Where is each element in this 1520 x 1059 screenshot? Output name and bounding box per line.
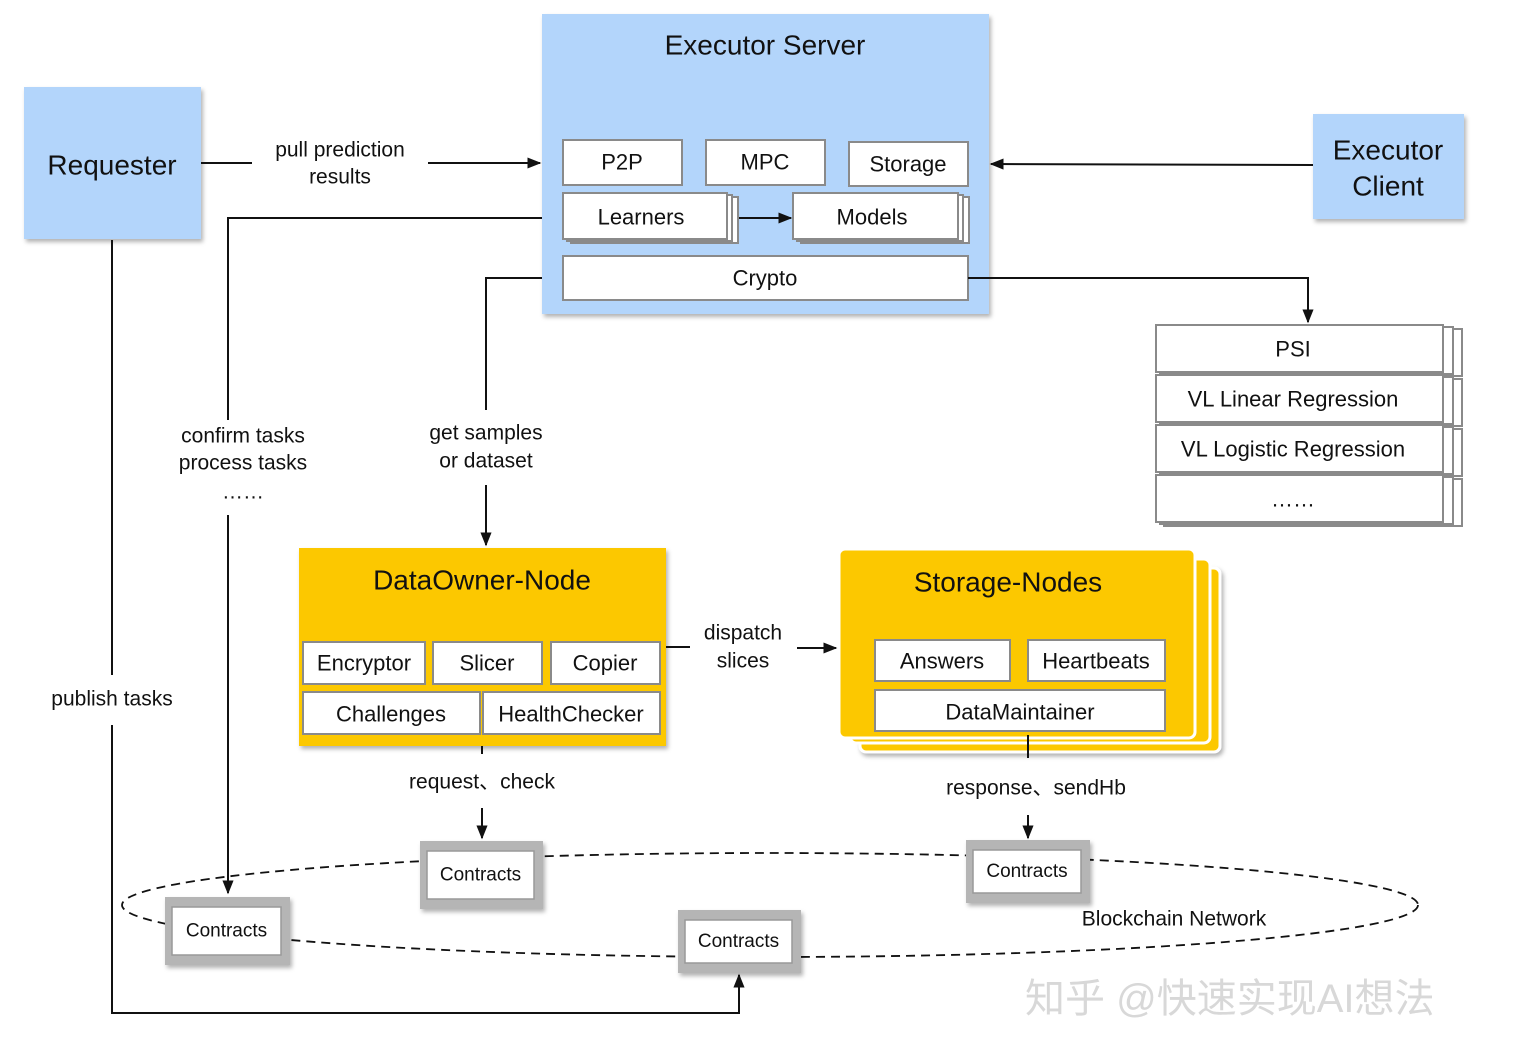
requester-label: Requester xyxy=(47,150,176,181)
module-mpc: MPC xyxy=(705,139,826,186)
svg-text:……: …… xyxy=(222,481,264,504)
edge-pull-results: pull prediction results xyxy=(201,139,542,189)
svg-text:or dataset: or dataset xyxy=(439,450,533,473)
svg-text:Contracts: Contracts xyxy=(440,865,521,886)
module-copier: Copier xyxy=(550,641,661,685)
svg-text:Heartbeats: Heartbeats xyxy=(1042,649,1150,674)
architecture-diagram: Blockchain Network Requester Executor Se… xyxy=(24,14,1464,1021)
svg-text:publish tasks: publish tasks xyxy=(51,688,172,711)
contracts-group: Contracts Contracts Contracts Contracts xyxy=(165,840,1090,973)
svg-text:VL Logistic Regression: VL Logistic Regression xyxy=(1181,437,1405,462)
module-encryptor: Encryptor xyxy=(302,641,426,685)
watermark: 知乎 @快速实现AI想法 xyxy=(1025,977,1435,1021)
storage-nodes-title: Storage-Nodes xyxy=(914,567,1102,598)
module-models: Models xyxy=(792,192,970,244)
dataowner-node-title: DataOwner-Node xyxy=(373,565,591,596)
svg-text:confirm tasks: confirm tasks xyxy=(181,425,305,448)
svg-text:results: results xyxy=(309,166,371,189)
requester-node[interactable]: Requester xyxy=(24,87,201,239)
svg-text:request、check: request、check xyxy=(409,771,555,794)
svg-text:P2P: P2P xyxy=(601,150,643,175)
svg-text:MPC: MPC xyxy=(741,150,790,175)
svg-text:Models: Models xyxy=(837,205,908,230)
svg-text:HealthChecker: HealthChecker xyxy=(498,702,644,727)
algorithm-item: …… xyxy=(1155,474,1463,527)
module-crypto: Crypto xyxy=(562,255,969,301)
svg-text:process tasks: process tasks xyxy=(179,452,307,475)
module-p2p: P2P xyxy=(562,139,683,186)
svg-text:Contracts: Contracts xyxy=(986,861,1067,882)
edge-client-to-server xyxy=(989,158,1314,170)
svg-text:Contracts: Contracts xyxy=(186,921,267,942)
module-heartbeats: Heartbeats xyxy=(1027,639,1166,682)
svg-text:Contracts: Contracts xyxy=(698,931,779,952)
contracts-node[interactable]: Contracts xyxy=(678,910,801,973)
blockchain-network-label: Blockchain Network xyxy=(1082,908,1267,931)
svg-text:VL Linear Regression: VL Linear Regression xyxy=(1188,387,1399,412)
module-healthchecker: HealthChecker xyxy=(482,691,661,735)
module-datamaintainer: DataMaintainer xyxy=(874,689,1166,732)
svg-text:Copier: Copier xyxy=(573,651,638,676)
svg-text:DataMaintainer: DataMaintainer xyxy=(945,700,1094,725)
svg-text:Learners: Learners xyxy=(598,205,685,230)
svg-text:Storage: Storage xyxy=(869,152,946,177)
dataowner-node[interactable]: DataOwner-Node Encryptor Slicer Copier C… xyxy=(299,548,666,746)
contracts-node[interactable]: Contracts xyxy=(966,840,1090,903)
module-learners: Learners xyxy=(562,192,739,244)
executor-client-label-2: Client xyxy=(1352,171,1424,202)
svg-text:Crypto: Crypto xyxy=(733,266,798,291)
contracts-node[interactable]: Contracts xyxy=(165,897,290,965)
svg-text:……: …… xyxy=(1271,487,1315,512)
svg-text:Challenges: Challenges xyxy=(336,702,446,727)
algorithm-item: VL Linear Regression xyxy=(1155,374,1463,427)
module-storage: Storage xyxy=(848,141,969,187)
edge-get-samples: get samples or dataset xyxy=(429,277,543,547)
svg-text:Encryptor: Encryptor xyxy=(317,651,411,676)
executor-server-title: Executor Server xyxy=(665,30,866,61)
edge-crypto-to-algorithms xyxy=(968,277,1314,324)
contracts-node[interactable]: Contracts xyxy=(420,841,543,909)
executor-client-label-1: Executor xyxy=(1333,135,1444,166)
algorithm-item: VL Logistic Regression xyxy=(1155,424,1463,477)
storage-nodes[interactable]: Storage-Nodes Answers Heartbeats DataMai… xyxy=(837,547,1222,754)
svg-text:slices: slices xyxy=(717,650,770,673)
executor-client-node[interactable]: Executor Client xyxy=(1313,114,1464,219)
edge-request-check: request、check xyxy=(409,746,555,840)
svg-text:pull prediction: pull prediction xyxy=(275,139,405,162)
svg-text:response、sendHb: response、sendHb xyxy=(946,777,1126,800)
algorithm-item: PSI xyxy=(1155,324,1463,377)
module-answers: Answers xyxy=(874,639,1011,682)
module-challenges: Challenges xyxy=(302,691,481,735)
svg-text:dispatch: dispatch xyxy=(704,622,782,645)
svg-text:Slicer: Slicer xyxy=(459,651,514,676)
crypto-algorithms-list: PSI VL Linear Regression VL Logistic Regre… xyxy=(1155,324,1463,527)
edge-dispatch-slices: dispatch slices xyxy=(666,622,838,673)
executor-server-node[interactable]: Executor Server P2P MPC Storage Learners… xyxy=(542,14,989,314)
svg-text:PSI: PSI xyxy=(1275,337,1310,362)
svg-text:get samples: get samples xyxy=(429,422,542,445)
svg-text:Answers: Answers xyxy=(900,649,984,674)
module-slicer: Slicer xyxy=(432,641,543,685)
